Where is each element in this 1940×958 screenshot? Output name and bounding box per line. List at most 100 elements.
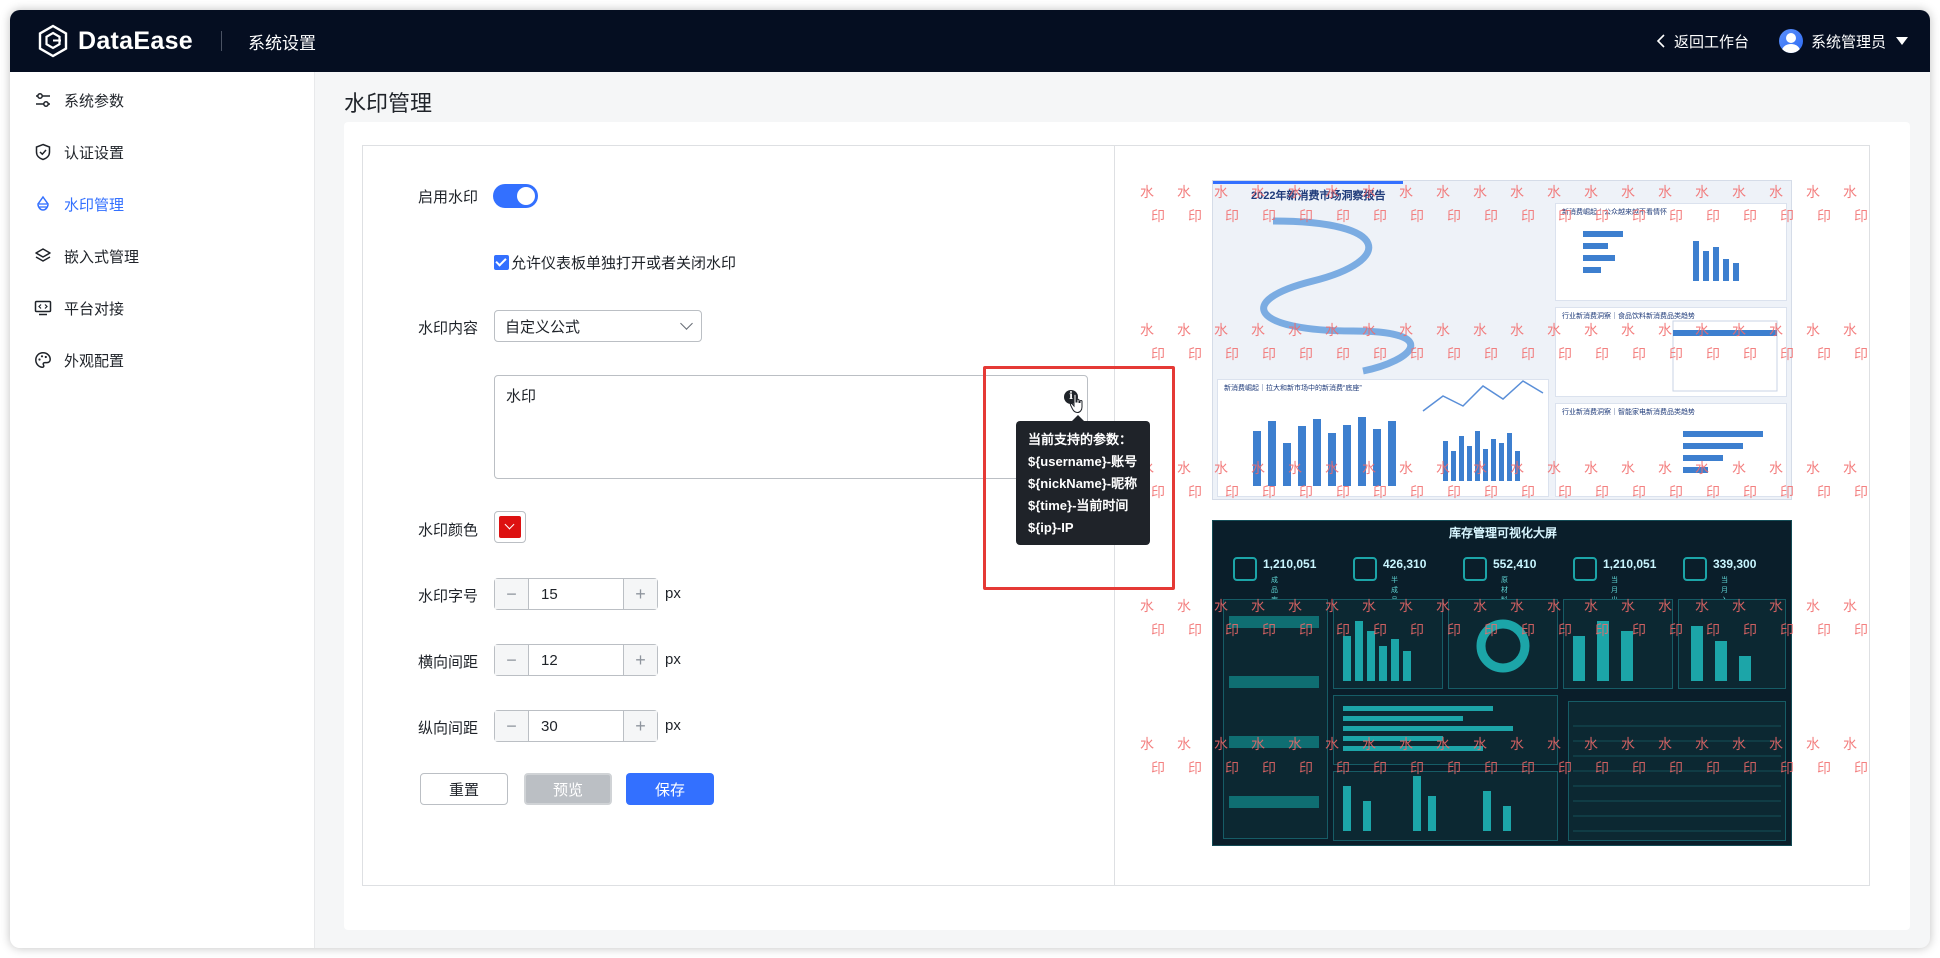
- watermark-glyph: 印: [1410, 622, 1424, 638]
- sidebar-item-label: 嵌入式管理: [64, 248, 140, 266]
- watermark-glyph: 印: [1336, 346, 1350, 362]
- watermark-glyph: 水: [1177, 184, 1191, 200]
- watermark-glyph: 印: [1854, 622, 1868, 638]
- watermark-glyph: 印: [1447, 484, 1461, 500]
- logo[interactable]: DataEase: [36, 24, 193, 58]
- sidebar-item-auth[interactable]: 认证设置: [10, 126, 314, 178]
- params-tooltip: 当前支持的参数： ${username}-账号 ${nickName}-昵称 $…: [1016, 415, 1150, 545]
- watermark-glyph: 印: [1706, 622, 1720, 638]
- watermark-glyph: 水: [1732, 184, 1746, 200]
- watermark-glyph: 印: [1299, 760, 1313, 776]
- watermark-glyph: 印: [1780, 760, 1794, 776]
- watermark-glyph: 印: [1484, 346, 1498, 362]
- watermark-glyph: 水: [1140, 598, 1154, 614]
- watermark-glyph: 印: [1632, 622, 1646, 638]
- watermark-glyph: 水: [1658, 736, 1672, 752]
- watermark-glyph: 印: [1632, 760, 1646, 776]
- decrement-button[interactable]: −: [495, 579, 529, 609]
- watermark-glyph: 水: [1621, 460, 1635, 476]
- watermark-glyph: 印: [1188, 346, 1202, 362]
- watermark-glyph: 水: [1584, 322, 1598, 338]
- section-title: 系统设置: [247, 33, 316, 53]
- watermark-glyph: 印: [1743, 346, 1757, 362]
- h-gap-value[interactable]: 12: [529, 645, 623, 675]
- increment-button[interactable]: +: [623, 579, 657, 609]
- watermark-glyph: 印: [1669, 208, 1683, 224]
- watermark-glyph: 印: [1151, 208, 1165, 224]
- color-picker[interactable]: [494, 511, 526, 543]
- reset-button[interactable]: 重置: [420, 773, 508, 805]
- content-label: 水印内容: [418, 320, 479, 337]
- sidebar-item-label: 水印管理: [64, 196, 125, 214]
- sidebar-item-watermark[interactable]: 水印管理: [10, 178, 314, 230]
- watermark-glyph: 水: [1843, 736, 1857, 752]
- watermark-glyph: 印: [1262, 208, 1276, 224]
- allow-toggle-checkbox[interactable]: [494, 255, 509, 270]
- watermark-glyph: 水: [1584, 598, 1598, 614]
- font-size-value[interactable]: 15: [529, 579, 623, 609]
- page-title: 水印管理: [344, 91, 433, 116]
- watermark-glyph: 水: [1843, 598, 1857, 614]
- back-to-workbench-button[interactable]: 返回工作台: [1656, 31, 1749, 52]
- watermark-glyph: 水: [1140, 322, 1154, 338]
- dataease-logo-icon: [38, 24, 68, 58]
- decrement-button[interactable]: −: [495, 645, 529, 675]
- watermark-glyph: 印: [1410, 346, 1424, 362]
- watermark-glyph: 印: [1262, 760, 1276, 776]
- watermark-glyph: 水: [1214, 736, 1228, 752]
- font-size-stepper[interactable]: − 15 +: [494, 578, 658, 610]
- watermark-glyph: 印: [1447, 622, 1461, 638]
- watermark-glyph: 水: [1325, 598, 1339, 614]
- watermark-glyph: 印: [1669, 622, 1683, 638]
- sidebar-item-system-params[interactable]: 系统参数: [10, 74, 314, 126]
- watermark-glyph: 水: [1251, 184, 1265, 200]
- watermark-glyph: 水: [1214, 184, 1228, 200]
- watermark-glyph: 印: [1373, 622, 1387, 638]
- tooltip-line: ${time}-当前时间: [1028, 498, 1129, 513]
- v-gap-value[interactable]: 30: [529, 711, 623, 741]
- content-type-select[interactable]: 自定义公式: [494, 310, 702, 342]
- watermark-glyph: 水: [1658, 184, 1672, 200]
- watermark-glyph: 印: [1558, 760, 1572, 776]
- watermark-glyph: 印: [1188, 760, 1202, 776]
- enable-watermark-switch[interactable]: [493, 184, 538, 208]
- h-gap-stepper[interactable]: − 12 +: [494, 644, 658, 676]
- watermark-glyph: 水: [1177, 322, 1191, 338]
- watermark-glyph: 印: [1817, 208, 1831, 224]
- sidebar: 系统参数 认证设置 水印管理 嵌入式管理 平台对接 外观配置: [10, 72, 315, 948]
- watermark-glyph: 水: [1695, 460, 1709, 476]
- sidebar-item-platform[interactable]: 平台对接: [10, 282, 314, 334]
- watermark-glyph: 水: [1362, 598, 1376, 614]
- watermark-glyph: 印: [1706, 346, 1720, 362]
- sidebar-item-label: 平台对接: [64, 300, 125, 318]
- watermark-glyph: 水: [1843, 322, 1857, 338]
- watermark-glyph: 印: [1521, 760, 1535, 776]
- increment-button[interactable]: +: [623, 711, 657, 741]
- enable-watermark-label: 启用水印: [418, 189, 479, 206]
- watermark-glyph: 水: [1806, 736, 1820, 752]
- caret-down-icon: [1896, 37, 1908, 45]
- watermark-glyph: 印: [1558, 622, 1572, 638]
- watermark-glyph: 印: [1262, 484, 1276, 500]
- decrement-button[interactable]: −: [495, 711, 529, 741]
- watermark-glyph: 印: [1743, 622, 1757, 638]
- sidebar-item-embedded[interactable]: 嵌入式管理: [10, 230, 314, 282]
- sidebar-item-appearance[interactable]: 外观配置: [10, 334, 314, 386]
- watermark-glyph: 印: [1225, 622, 1239, 638]
- user-menu[interactable]: 系统管理员: [1778, 29, 1908, 53]
- watermark-glyph: 水: [1399, 322, 1413, 338]
- watermark-glyph: 印: [1225, 208, 1239, 224]
- v-gap-label: 纵向间距: [418, 720, 479, 737]
- sidebar-item-label: 外观配置: [64, 352, 125, 370]
- increment-button[interactable]: +: [623, 645, 657, 675]
- watermark-glyph: 印: [1484, 484, 1498, 500]
- allow-toggle-row[interactable]: 允许仪表板单独打开或者关闭水印: [494, 252, 736, 273]
- watermark-glyph: 水: [1695, 598, 1709, 614]
- watermark-glyph: 水: [1288, 322, 1302, 338]
- v-gap-stepper[interactable]: − 30 +: [494, 710, 658, 742]
- palette-icon: [34, 351, 52, 369]
- save-button[interactable]: 保存: [626, 773, 714, 805]
- preview-button[interactable]: 预览: [524, 773, 612, 805]
- watermark-glyph: 印: [1225, 346, 1239, 362]
- watermark-glyph: 水: [1510, 184, 1524, 200]
